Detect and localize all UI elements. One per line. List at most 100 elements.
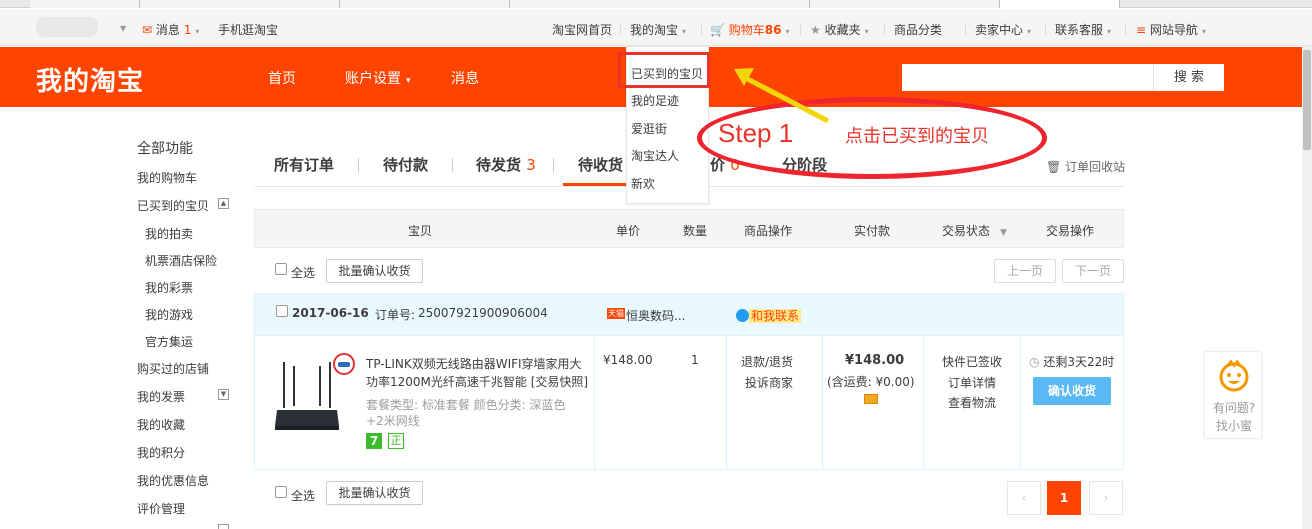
- complain-link[interactable]: 投诉商家: [745, 374, 793, 391]
- nav-messages[interactable]: 消息: [451, 68, 479, 88]
- chevron-down-icon: ▾: [785, 27, 790, 36]
- batch-confirm-button-bottom[interactable]: 批量确认收货: [326, 481, 423, 505]
- divider: [884, 23, 885, 35]
- my-taobao-menu[interactable]: 我的淘宝 ▾: [630, 21, 686, 38]
- sidebar-item-coupons[interactable]: 我的优惠信息: [137, 472, 209, 489]
- sidebar-item-auction[interactable]: 我的拍卖: [145, 225, 193, 242]
- remaining-time: ◷ 还剩3天22时: [1029, 355, 1115, 369]
- menu-item-taobao-expert[interactable]: 淘宝达人: [631, 147, 679, 164]
- annotation-step-label: Step 1: [718, 118, 794, 148]
- sidebar-item-reviews[interactable]: 评价管理: [137, 500, 185, 517]
- sidebar-item-lottery[interactable]: 我的彩票: [145, 279, 193, 296]
- menu-item-shopping-street[interactable]: 爱逛街: [631, 120, 667, 137]
- recycle-bin-link[interactable]: 🗑 订单回收站: [1046, 158, 1125, 175]
- order-number-label: 订单号:: [375, 308, 416, 322]
- select-all-label: 全选: [291, 266, 316, 280]
- categories-link[interactable]: 商品分类: [894, 21, 942, 38]
- prev-page-button[interactable]: 上一页: [994, 259, 1056, 283]
- browser-tab[interactable]: [810, 0, 1000, 8]
- paid-amount: ¥148.00: [845, 353, 905, 368]
- menu-icon: ≡: [1136, 23, 1147, 37]
- scrollbar-thumb[interactable]: [1303, 50, 1311, 150]
- chevron-down-icon: ▾: [406, 76, 411, 86]
- product-title-line-1[interactable]: TP-LINK双频无线路由器WIFI穿墙家用大: [366, 355, 582, 372]
- seller-center-link[interactable]: 卖家中心 ▾: [975, 21, 1031, 38]
- sidebar-item-consolidation[interactable]: 官方集运: [145, 333, 193, 350]
- message-link[interactable]: ✉ 消息 1 ▾: [142, 21, 199, 38]
- customer-service-link[interactable]: 联系客服 ▾: [1055, 21, 1111, 38]
- order-number: 25007921900906004: [418, 306, 548, 320]
- annotation-highlight-box: [618, 52, 710, 88]
- menu-item-footprint[interactable]: 我的足迹: [631, 92, 679, 109]
- sidebar-item-bought[interactable]: 已买到的宝贝: [137, 197, 209, 214]
- confirm-receipt-button[interactable]: 确认收货: [1033, 377, 1111, 405]
- my-taobao-logo[interactable]: 我的淘宝: [36, 61, 144, 98]
- tab-unpaid[interactable]: 待付款: [383, 154, 428, 175]
- tab-all-orders[interactable]: 所有订单: [274, 154, 334, 175]
- sidebar-item-favorites[interactable]: 我的收藏: [137, 416, 185, 433]
- product-title-line-2[interactable]: 功率1200M光纤高速千兆智能 [交易快照]: [366, 373, 588, 390]
- divider: [594, 336, 595, 470]
- collapse-icon[interactable]: ▲: [218, 198, 229, 209]
- select-all-checkbox-bottom[interactable]: [275, 486, 287, 498]
- sidebar-title: 全部功能: [137, 141, 193, 157]
- tab-unshipped[interactable]: 待发货 3: [476, 154, 536, 175]
- chevron-down-icon: ▾: [864, 27, 869, 36]
- sidebar-item-shops[interactable]: 购买过的店铺: [137, 360, 209, 377]
- order-checkbox[interactable]: [276, 305, 288, 317]
- col-status[interactable]: 交易状态 ▼: [942, 222, 1007, 239]
- chat-bubble-icon: [736, 309, 749, 322]
- mobile-taobao-link[interactable]: 手机逛淘宝: [218, 21, 278, 38]
- next-page-arrow-icon[interactable]: ›: [1089, 481, 1123, 515]
- favorites-link[interactable]: ★ 收藏夹 ▾: [810, 21, 869, 38]
- browser-tab[interactable]: [30, 0, 140, 8]
- browser-tab[interactable]: [340, 0, 510, 8]
- select-all-checkbox[interactable]: [275, 263, 287, 275]
- product-image[interactable]: [273, 360, 341, 438]
- cart-link[interactable]: 🛒 购物车86 ▾: [710, 21, 790, 38]
- seven-day-return-icon[interactable]: 7: [366, 433, 382, 449]
- genuine-guarantee-icon[interactable]: 正: [388, 433, 404, 449]
- prev-page-arrow-icon[interactable]: ‹: [1007, 481, 1041, 515]
- cart-icon: 🛒: [710, 23, 725, 37]
- search-button[interactable]: 搜 索: [1153, 64, 1224, 91]
- site-nav-link[interactable]: ≡ 网站导航 ▾: [1136, 21, 1206, 38]
- page-1-button[interactable]: 1: [1047, 481, 1081, 515]
- menu-item-new-favorites[interactable]: 新欢: [631, 175, 655, 192]
- divider: [452, 158, 453, 172]
- browser-tab[interactable]: [510, 0, 810, 8]
- order-details-link[interactable]: 订单详情: [948, 374, 996, 391]
- sidebar-item-invoice[interactable]: 我的发票: [137, 388, 185, 405]
- contact-seller-button[interactable]: 和我联系: [736, 307, 802, 324]
- product-sku-line-2: +2米网线: [366, 414, 420, 428]
- chevron-down-icon: ▾: [1107, 27, 1112, 36]
- brand-seal-icon: [333, 353, 355, 375]
- sidebar-item-travel[interactable]: 机票酒店保险: [145, 252, 217, 269]
- order-date: 2017-06-16: [292, 306, 369, 320]
- tab-unreceived[interactable]: 待收货: [578, 154, 623, 175]
- expand-icon[interactable]: [218, 524, 229, 529]
- col-actions: 交易操作: [1046, 224, 1095, 238]
- nav-account-settings[interactable]: 账户设置 ▾: [345, 68, 411, 88]
- search-input[interactable]: [902, 64, 1153, 91]
- shop-name-link[interactable]: 恒奥数码...: [626, 307, 685, 324]
- batch-confirm-button[interactable]: 批量确认收货: [326, 259, 423, 283]
- assistant-face-icon: [1219, 360, 1249, 392]
- sidebar-item-games[interactable]: 我的游戏: [145, 306, 193, 323]
- username-blurred[interactable]: [36, 17, 98, 37]
- chevron-down-icon[interactable]: ▾: [120, 21, 126, 35]
- next-page-button[interactable]: 下一页: [1062, 259, 1124, 283]
- unit-price: ¥148.00: [603, 353, 653, 367]
- refund-link[interactable]: 退款/退货: [741, 353, 793, 370]
- sidebar-item-cart[interactable]: 我的购物车: [137, 169, 197, 186]
- status-delivered: 快件已签收: [942, 355, 1003, 369]
- view-logistics-link[interactable]: 查看物流: [948, 394, 996, 411]
- help-assistant-widget[interactable]: 有问题? 找小蜜: [1204, 351, 1262, 439]
- taobao-home-link[interactable]: 淘宝网首页: [552, 21, 612, 38]
- nav-home[interactable]: 首页: [268, 68, 296, 88]
- sidebar-item-points[interactable]: 我的积分: [137, 444, 185, 461]
- browser-tab-active[interactable]: [1000, 0, 1120, 8]
- annotation-arrow-icon: [734, 68, 830, 124]
- browser-tab[interactable]: [140, 0, 340, 8]
- expand-icon[interactable]: ▼: [218, 389, 229, 400]
